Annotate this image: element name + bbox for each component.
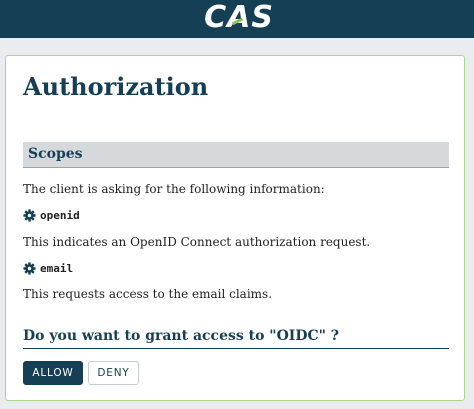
top-bar: CAS [0, 0, 474, 38]
scopes-section-header: Scopes [23, 142, 449, 168]
scope-name: openid [40, 208, 80, 222]
scope-item-email: email [23, 260, 73, 276]
page-title: Authorization [23, 72, 209, 101]
authorization-card [5, 55, 465, 401]
scope-description: This indicates an OpenID Connect authori… [23, 235, 371, 249]
scope-description: This requests access to the email claims… [23, 287, 273, 301]
scopes-intro-text: The client is asking for the following i… [23, 182, 325, 196]
grant-access-question: Do you want to grant access to "OIDC" ? [23, 327, 449, 349]
deny-button[interactable]: DENY [88, 361, 139, 385]
gear-icon [23, 208, 36, 222]
scope-item-openid: openid [23, 207, 80, 223]
allow-button[interactable]: ALLOW [23, 361, 83, 385]
scope-name: email [40, 261, 74, 275]
gear-icon [23, 261, 36, 275]
scopes-section-title: Scopes [28, 146, 83, 162]
